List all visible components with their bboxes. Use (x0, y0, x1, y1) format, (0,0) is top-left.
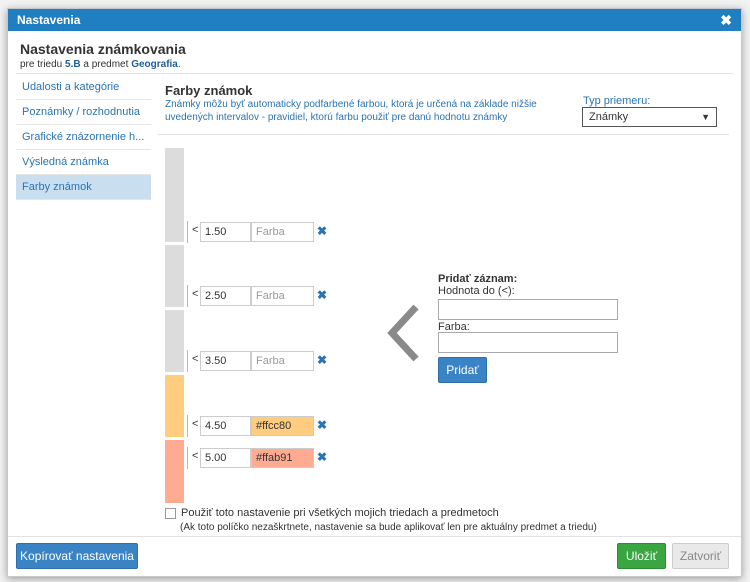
add-button[interactable]: Pridať (438, 357, 487, 383)
rule-value-input[interactable]: 4.50 (200, 416, 251, 436)
color-scale-bar (165, 148, 184, 503)
delete-icon[interactable]: ✖ (317, 418, 327, 432)
sidebar-item-events[interactable]: Udalosti a kategórie (16, 75, 151, 100)
subject-name: Geografia (131, 59, 178, 70)
less-than-sign: < (192, 288, 199, 300)
rule-color-input[interactable]: Farba (251, 222, 314, 242)
chevron-down-icon: ▼ (701, 112, 710, 122)
class-name: 5.B (65, 59, 81, 70)
rule-value-input[interactable]: 1.50 (200, 222, 251, 242)
delete-icon[interactable]: ✖ (317, 450, 327, 464)
save-button[interactable]: Uložiť (617, 543, 666, 569)
divider (8, 536, 741, 537)
less-than-sign: < (192, 224, 199, 236)
rule-color-input[interactable]: #ffcc80 (251, 416, 314, 436)
subtitle-prefix: pre triedu (20, 59, 63, 70)
page-title: Nastavenia známkovania (20, 41, 186, 57)
section-description: Známky môžu byť automaticky podfarbené f… (165, 99, 537, 123)
add-panel-title: Pridať záznam: (438, 273, 518, 285)
subtitle-suffix: . (177, 59, 181, 70)
rule-color-input[interactable]: Farba (251, 351, 314, 371)
apply-all-note: (Ak toto políčko nezaškrtnete, nastaveni… (180, 522, 597, 533)
apply-all-checkbox[interactable] (165, 508, 176, 519)
close-button[interactable]: Zatvoriť (672, 543, 729, 569)
copy-settings-button[interactable]: Kopírovať nastavenia (16, 543, 138, 569)
rule-value-input[interactable]: 3.50 (200, 351, 251, 371)
delete-icon[interactable]: ✖ (317, 288, 327, 302)
chevron-left-icon (387, 304, 419, 362)
rule-value-input[interactable]: 5.00 (200, 448, 251, 468)
less-than-sign: < (192, 418, 199, 430)
type-label: Typ priemeru: (583, 95, 651, 107)
main-content: Farby známok Známky môžu byť automaticky… (158, 75, 729, 515)
apply-all-label: Použiť toto nastavenie pri všetkých moji… (181, 507, 499, 519)
sidebar: Udalosti a kategórie Poznámky / rozhodnu… (16, 75, 151, 200)
value-label: Hodnota do (<): (438, 285, 515, 297)
color-segment-tail (165, 470, 184, 503)
less-than-sign: < (192, 450, 199, 462)
close-icon[interactable]: ✖ (720, 12, 732, 29)
sidebar-item-graph[interactable]: Grafické znázornenie h... (16, 125, 151, 150)
delete-icon[interactable]: ✖ (317, 353, 327, 367)
type-select-value: Známky (589, 111, 629, 123)
divider (158, 134, 729, 135)
color-segment (165, 245, 184, 307)
page-subtitle: pre triedu 5.B a predmet Geografia. (20, 59, 181, 70)
divider (16, 73, 733, 74)
color-segment (165, 310, 184, 372)
row-tick (187, 447, 188, 469)
less-than-sign: < (192, 353, 199, 365)
delete-icon[interactable]: ✖ (317, 224, 327, 238)
section-title: Farby známok (165, 83, 253, 98)
row-tick (187, 350, 188, 372)
sidebar-item-notes[interactable]: Poznámky / rozhodnutia (16, 100, 151, 125)
row-tick (187, 285, 188, 307)
color-segment (165, 375, 184, 437)
dialog-title: Nastavenia (17, 13, 81, 27)
row-tick (187, 221, 188, 243)
value-input[interactable] (438, 299, 618, 320)
rule-color-input[interactable]: Farba (251, 286, 314, 306)
subtitle-mid: a predmet (83, 59, 129, 70)
rule-value-input[interactable]: 2.50 (200, 286, 251, 306)
dialog-titlebar: Nastavenia ✖ (8, 9, 741, 31)
sidebar-item-grade-colors[interactable]: Farby známok (16, 175, 151, 200)
color-segment (165, 440, 184, 470)
settings-dialog: Nastavenia ✖ Nastavenia známkovania pre … (7, 8, 742, 577)
color-segment (165, 148, 184, 242)
row-tick (187, 415, 188, 437)
type-select[interactable]: Známky ▼ (582, 107, 717, 127)
rule-color-input[interactable]: #ffab91 (251, 448, 314, 468)
color-input[interactable] (438, 332, 618, 353)
sidebar-item-final-grade[interactable]: Výsledná známka (16, 150, 151, 175)
